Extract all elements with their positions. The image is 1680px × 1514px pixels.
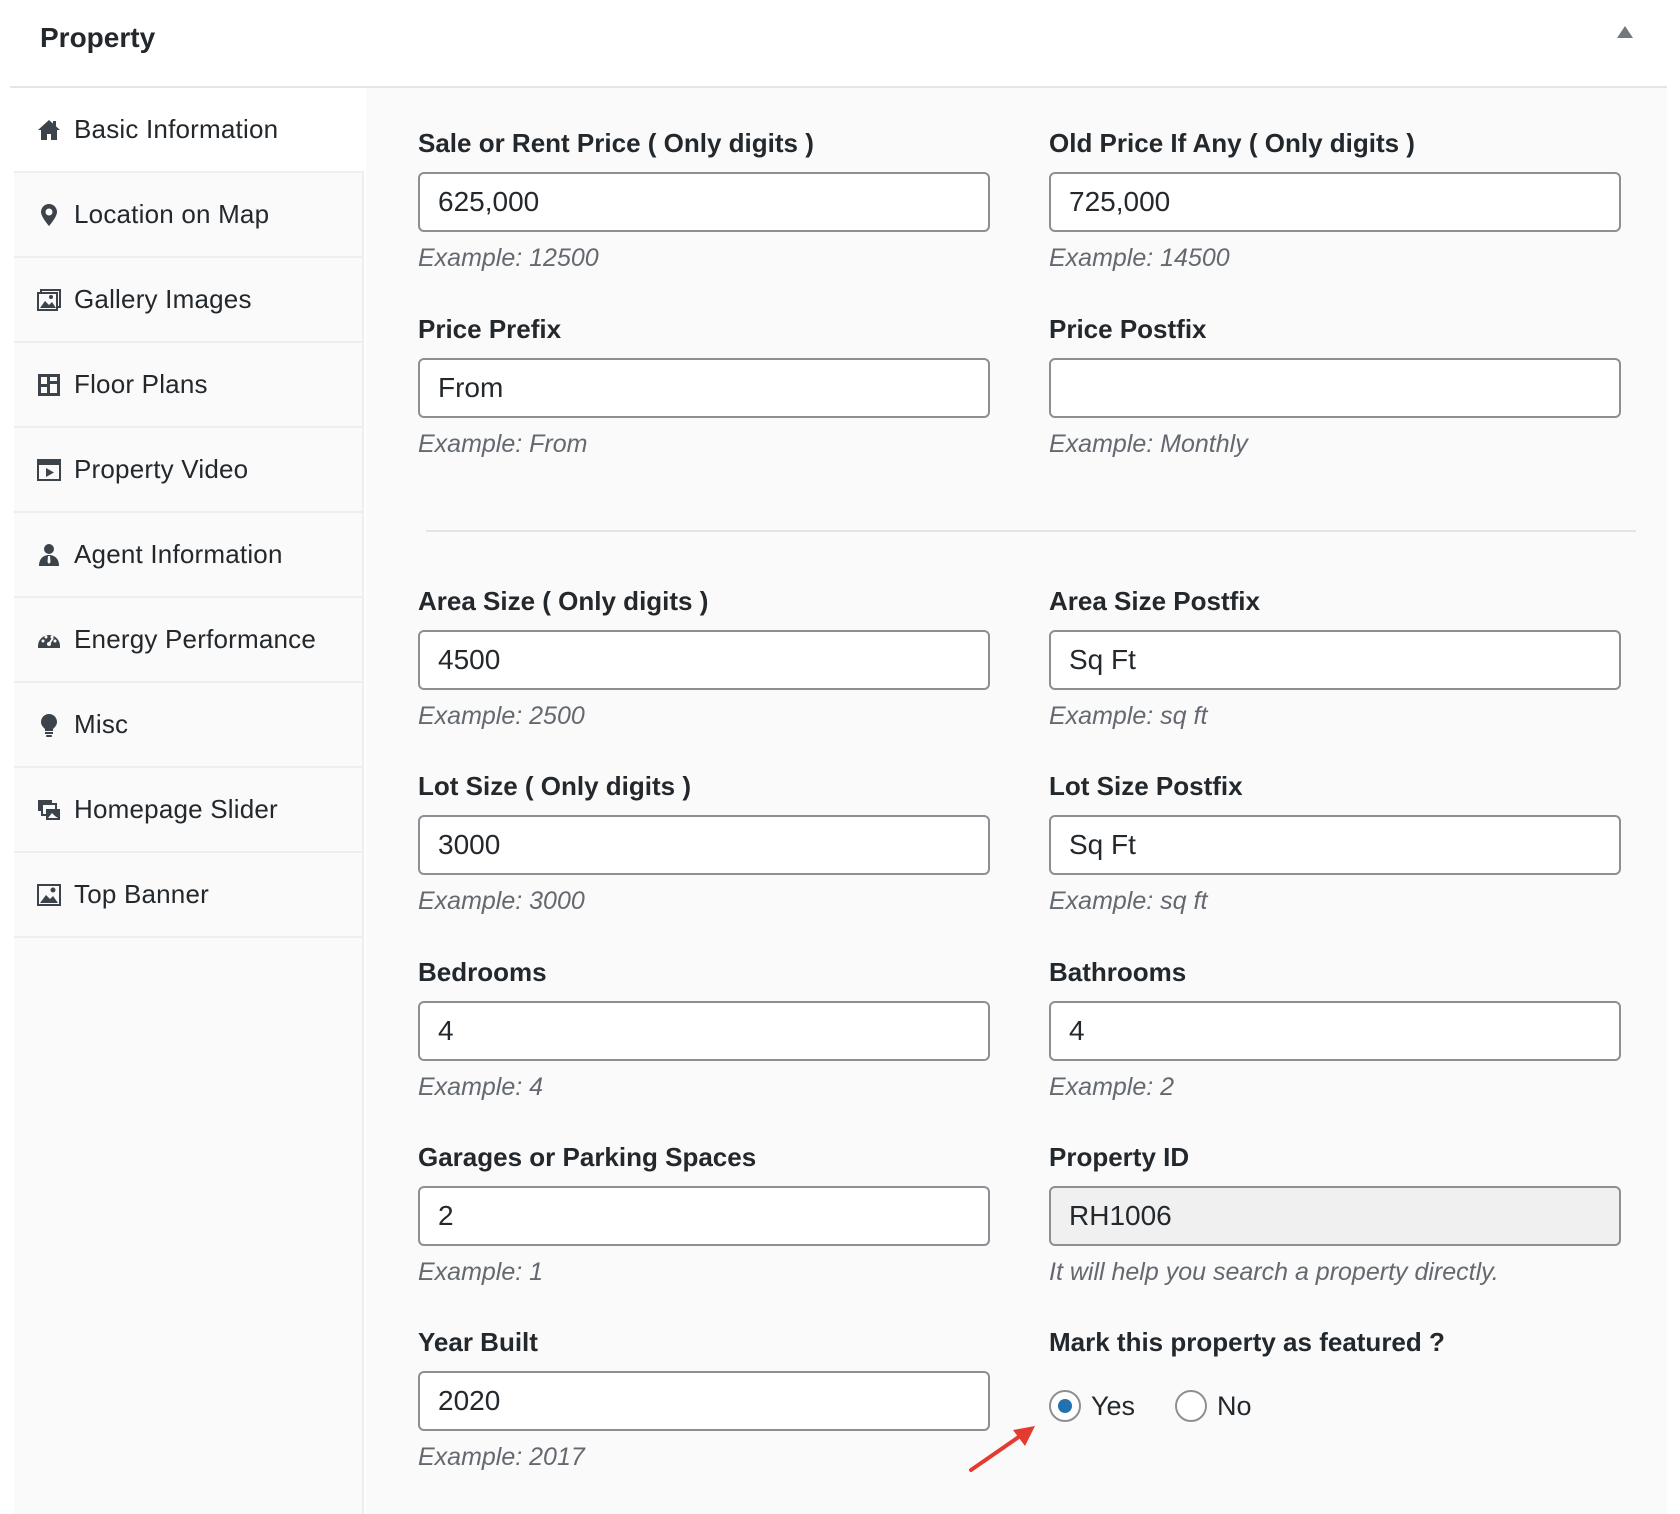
tab-location-on-map[interactable]: Location on Map <box>14 173 362 258</box>
field-label: Year Built <box>418 1327 538 1357</box>
field-description: It will help you search a property direc… <box>1049 1258 1499 1286</box>
bathrooms-field: Bathrooms Example: 2 <box>1049 955 1621 1103</box>
collapse-toggle-icon[interactable] <box>1617 26 1633 38</box>
tab-label: Homepage Slider <box>74 794 278 824</box>
featured-radio-group: Yes No <box>1049 1390 1292 1422</box>
tab-property-video[interactable]: Property Video <box>14 428 362 513</box>
area-size-field: Area Size ( Only digits ) Example: 2500 <box>418 584 990 732</box>
metabox-header: Property <box>10 0 1667 88</box>
sale-price-input[interactable] <box>418 172 990 232</box>
field-description: Example: 4 <box>418 1073 544 1101</box>
price-prefix-input[interactable] <box>418 358 990 418</box>
field-description: Example: 14500 <box>1049 244 1230 272</box>
featured-no-radio[interactable] <box>1175 1390 1208 1422</box>
tabs-sidebar: Basic Information Location on Map Galler… <box>14 88 364 1514</box>
field-label: Sale or Rent Price ( Only digits ) <box>418 128 814 158</box>
garages-input[interactable] <box>418 1186 990 1246</box>
field-description: Example: sq ft <box>1049 887 1208 915</box>
floor-plans-icon <box>36 372 62 398</box>
tab-label: Location on Map <box>74 199 270 229</box>
field-label: Area Size Postfix <box>1049 586 1260 616</box>
field-label: Price Prefix <box>418 314 562 344</box>
field-description: Example: 1 <box>418 1258 544 1286</box>
lot-postfix-field: Lot Size Postfix Example: sq ft <box>1049 769 1621 917</box>
tab-label: Gallery Images <box>74 284 252 314</box>
field-description: Example: sq ft <box>1049 702 1208 730</box>
tab-top-banner[interactable]: Top Banner <box>14 853 362 938</box>
property-id-field: Property ID It will help you search a pr… <box>1049 1140 1621 1288</box>
video-icon <box>36 457 62 483</box>
tab-label: Basic Information <box>74 114 279 144</box>
banner-image-icon <box>36 882 62 908</box>
price-postfix-field: Price Postfix Example: Monthly <box>1049 312 1621 460</box>
field-label: Lot Size ( Only digits ) <box>418 771 691 801</box>
sale-price-field: Sale or Rent Price ( Only digits ) Examp… <box>418 126 990 274</box>
field-label: Area Size ( Only digits ) <box>418 586 709 616</box>
tab-label: Floor Plans <box>74 369 208 399</box>
tab-homepage-slider[interactable]: Homepage Slider <box>14 768 362 853</box>
section-divider <box>426 530 1636 532</box>
map-pin-icon <box>36 202 62 228</box>
tab-label: Property Video <box>74 454 249 484</box>
featured-yes-option[interactable]: Yes <box>1049 1390 1135 1422</box>
old-price-field: Old Price If Any ( Only digits ) Example… <box>1049 126 1621 274</box>
annotation-arrow-icon <box>969 1426 1035 1472</box>
tab-energy-performance[interactable]: Energy Performance <box>14 598 362 683</box>
field-description: Example: 2 <box>1049 1073 1175 1101</box>
bathrooms-input[interactable] <box>1049 1001 1621 1061</box>
field-description: Example: 2017 <box>418 1443 585 1471</box>
price-postfix-input[interactable] <box>1049 358 1621 418</box>
lot-postfix-input[interactable] <box>1049 815 1621 875</box>
area-postfix-input[interactable] <box>1049 630 1621 690</box>
radio-label: Yes <box>1091 1390 1136 1421</box>
field-label: Old Price If Any ( Only digits ) <box>1049 128 1415 158</box>
featured-no-option[interactable]: No <box>1175 1390 1252 1422</box>
tab-floor-plans[interactable]: Floor Plans <box>14 343 362 428</box>
metabox-title: Property <box>40 22 156 53</box>
old-price-input[interactable] <box>1049 172 1621 232</box>
home-icon <box>36 117 62 143</box>
gauge-icon <box>36 627 62 653</box>
tab-label: Energy Performance <box>74 624 317 654</box>
year-built-field: Year Built Example: 2017 <box>418 1325 990 1473</box>
tab-agent-information[interactable]: Agent Information <box>14 513 362 598</box>
tab-basic-information[interactable]: Basic Information <box>14 88 364 173</box>
area-size-input[interactable] <box>418 630 990 690</box>
field-label: Property ID <box>1049 1142 1190 1172</box>
field-label: Lot Size Postfix <box>1049 771 1243 801</box>
lightbulb-icon <box>36 712 62 738</box>
basic-information-panel: Sale or Rent Price ( Only digits ) Examp… <box>366 88 1667 1514</box>
tab-label: Top Banner <box>74 879 209 909</box>
slider-icon <box>36 797 62 823</box>
bedrooms-input[interactable] <box>418 1001 990 1061</box>
lot-size-input[interactable] <box>418 815 990 875</box>
field-label: Bedrooms <box>418 957 547 987</box>
tab-gallery-images[interactable]: Gallery Images <box>14 258 362 343</box>
bedrooms-field: Bedrooms Example: 4 <box>418 955 990 1103</box>
price-prefix-field: Price Prefix Example: From <box>418 312 990 460</box>
property-metabox: Property Basic Information Location on M… <box>10 0 1667 1514</box>
tab-misc[interactable]: Misc <box>14 683 362 768</box>
field-description: Example: 2500 <box>418 702 585 730</box>
property-id-input[interactable] <box>1049 1186 1621 1246</box>
field-label: Price Postfix <box>1049 314 1207 344</box>
featured-yes-radio[interactable] <box>1049 1390 1081 1422</box>
field-label: Mark this property as featured ? <box>1049 1327 1445 1357</box>
lot-size-field: Lot Size ( Only digits ) Example: 3000 <box>418 769 990 917</box>
field-description: Example: From <box>418 430 588 458</box>
field-description: Example: 3000 <box>418 887 585 915</box>
year-built-input[interactable] <box>418 1371 990 1431</box>
featured-field: Mark this property as featured ? <box>1049 1325 1621 1359</box>
area-postfix-field: Area Size Postfix Example: sq ft <box>1049 584 1621 732</box>
garages-field: Garages or Parking Spaces Example: 1 <box>418 1140 990 1288</box>
gallery-icon <box>36 287 62 313</box>
radio-label: No <box>1217 1390 1252 1421</box>
field-label: Garages or Parking Spaces <box>418 1142 757 1172</box>
tab-label: Agent Information <box>74 539 283 569</box>
field-description: Example: Monthly <box>1049 430 1248 458</box>
agent-icon <box>36 542 62 568</box>
tab-label: Misc <box>74 709 129 739</box>
field-label: Bathrooms <box>1049 957 1187 987</box>
field-description: Example: 12500 <box>418 244 599 272</box>
